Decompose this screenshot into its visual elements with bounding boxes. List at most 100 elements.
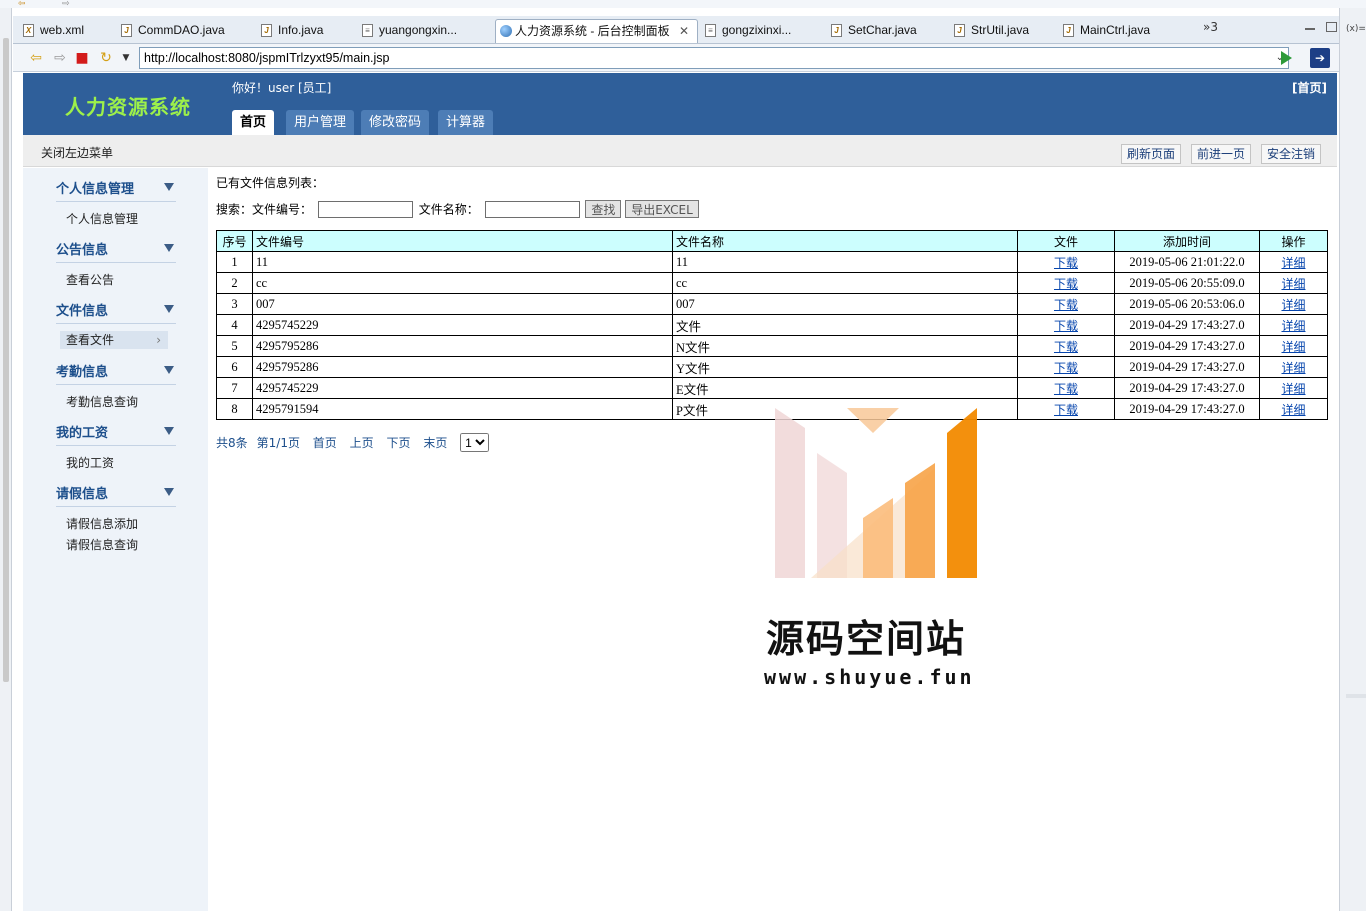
page-select[interactable]: 1 — [460, 433, 490, 452]
download-link[interactable]: 下载 — [1054, 382, 1078, 396]
gutter-marker — [1346, 694, 1366, 698]
web-page: 人力资源系统 你好！user [员工] [首页] 首页 用户管理 修改密码 计算… — [23, 73, 1337, 911]
sidebar-section-personal-info[interactable]: 个人信息管理 — [56, 178, 176, 202]
sidebar-item-leave-query[interactable]: 请假信息查询 — [66, 536, 138, 553]
detail-link[interactable]: 详细 — [1281, 340, 1305, 354]
tab-browser-hr-system[interactable]: 人力资源系统 - 后台控制面板 ✕ — [495, 19, 699, 43]
tab-overflow-button[interactable]: »3 — [1203, 20, 1218, 34]
file-code-input[interactable] — [317, 200, 413, 218]
collapse-arrow-icon[interactable] — [164, 488, 174, 496]
table-row: 3 007 007 下载 2019-05-06 20:53:06.0 详细 — [216, 293, 1328, 315]
sidebar-section-leave[interactable]: 请假信息 — [56, 483, 176, 507]
download-link[interactable]: 下载 — [1054, 298, 1078, 312]
added-time-cell: 2019-05-06 20:55:09.0 — [1114, 272, 1260, 294]
download-link[interactable]: 下载 — [1054, 256, 1078, 270]
sidebar-item-attendance-query[interactable]: 考勤信息查询 — [66, 393, 138, 410]
tab-label: SetChar.java — [848, 23, 917, 37]
sidebar-section-files[interactable]: 文件信息 — [56, 300, 176, 324]
export-excel-button[interactable]: 导出EXCEL — [625, 200, 699, 218]
sidebar-section-attendance[interactable]: 考勤信息 — [56, 361, 176, 385]
total-count: 共8条 — [216, 435, 248, 450]
collapse-arrow-icon[interactable] — [164, 244, 174, 252]
maximize-icon[interactable] — [1326, 22, 1337, 32]
history-dropdown-icon[interactable]: ▼ — [117, 49, 135, 67]
watermark-url: www.shuyue.fun — [764, 665, 975, 689]
nav-tab-calculator[interactable]: 计算器 — [438, 110, 494, 135]
site-header: 人力资源系统 你好！user [员工] [首页] 首页 用户管理 修改密码 计算… — [23, 73, 1337, 135]
row-number: 8 — [216, 398, 253, 420]
chevron-right-icon: › — [156, 333, 161, 347]
tab-yuangongxin[interactable]: ≡ yuangongxin... — [360, 19, 457, 43]
detail-link[interactable]: 详细 — [1281, 382, 1305, 396]
download-link[interactable]: 下载 — [1054, 319, 1078, 333]
back-arrow-icon[interactable]: ⇦ — [27, 49, 45, 67]
sidebar-item-label: 查看文件 — [66, 333, 115, 347]
nav-tab-user-management[interactable]: 用户管理 — [286, 110, 355, 135]
detail-link[interactable]: 详细 — [1281, 403, 1305, 417]
java-file-icon: J — [1063, 24, 1074, 37]
added-time-cell: 2019-04-29 17:43:27.0 — [1114, 398, 1260, 420]
detail-link[interactable]: 详细 — [1281, 298, 1305, 312]
collapse-arrow-icon[interactable] — [164, 366, 174, 374]
sidebar-item-view-notices[interactable]: 查看公告 — [66, 271, 114, 288]
detail-link[interactable]: 详细 — [1281, 361, 1305, 375]
back-icon[interactable]: ⇦ — [18, 0, 26, 9]
sidebar-item-my-salary[interactable]: 我的工资 — [66, 454, 114, 471]
section-title: 文件信息 — [56, 304, 109, 319]
sidebar-item-view-files[interactable]: 查看文件 › — [60, 331, 168, 349]
forward-page-button[interactable]: 前进一页 — [1191, 144, 1252, 164]
sub-toolbar: 关闭左边菜单 刷新页面 前进一页 安全注销 — [23, 135, 1337, 167]
collapse-arrow-icon[interactable] — [164, 427, 174, 435]
collapse-arrow-icon[interactable] — [164, 183, 174, 191]
open-external-browser-icon[interactable]: ➔ — [1310, 48, 1330, 68]
nav-tab-change-password[interactable]: 修改密码 — [361, 110, 430, 135]
last-page-link[interactable]: 末页 — [423, 436, 447, 450]
forward-arrow-icon[interactable]: ⇨ — [51, 49, 69, 67]
variables-view-label[interactable]: (x)= — [1346, 24, 1366, 34]
close-left-menu-link[interactable]: 关闭左边菜单 — [41, 144, 113, 161]
tab-commdao-java[interactable]: J CommDAO.java — [119, 19, 225, 43]
prev-page-link[interactable]: 上页 — [350, 436, 374, 450]
detail-link[interactable]: 详细 — [1281, 319, 1305, 333]
sidebar-item-personal-info[interactable]: 个人信息管理 — [66, 210, 138, 227]
stop-icon[interactable]: ■ — [73, 49, 91, 67]
detail-link[interactable]: 详细 — [1281, 256, 1305, 270]
logout-button[interactable]: 安全注销 — [1261, 144, 1322, 164]
tab-setchar-java[interactable]: J SetChar.java — [829, 19, 917, 43]
first-page-link[interactable]: 首页 — [313, 436, 337, 450]
go-icon[interactable] — [1281, 51, 1292, 65]
sidebar-section-notices[interactable]: 公告信息 — [56, 239, 176, 263]
tab-label: Info.java — [278, 23, 324, 37]
vertical-scrollbar[interactable] — [3, 38, 9, 682]
detail-link[interactable]: 详细 — [1281, 277, 1305, 291]
table-header-row: 序号 文件编号 文件名称 文件 添加时间 操作 — [216, 230, 1328, 252]
minimize-icon[interactable] — [1305, 20, 1315, 30]
tab-gongzixinxi[interactable]: ≡ gongzixinxi... — [703, 19, 791, 43]
section-title: 个人信息管理 — [56, 182, 135, 197]
tab-mainctrl-java[interactable]: J MainCtrl.java — [1061, 19, 1150, 43]
file-name-input[interactable] — [484, 200, 580, 218]
file-code-cell: 4295745229 — [252, 314, 673, 336]
download-link[interactable]: 下载 — [1054, 277, 1078, 291]
home-link[interactable]: [首页] — [1292, 79, 1327, 96]
tab-web-xml[interactable]: X web.xml — [21, 19, 84, 43]
download-link[interactable]: 下载 — [1054, 403, 1078, 417]
sidebar-item-leave-add[interactable]: 请假信息添加 — [66, 515, 138, 532]
sidebar-section-salary[interactable]: 我的工资 — [56, 422, 176, 446]
download-link[interactable]: 下载 — [1054, 361, 1078, 375]
search-button[interactable]: 查找 — [585, 200, 622, 218]
file-code-cell: 4295795286 — [252, 356, 673, 378]
forward-icon[interactable]: ⇨ — [62, 0, 70, 9]
java-file-icon: J — [261, 24, 272, 37]
url-input[interactable]: http://localhost:8080/jspmITrlzyxt95/mai… — [139, 47, 1289, 69]
close-tab-icon[interactable]: ✕ — [679, 24, 689, 38]
tab-info-java[interactable]: J Info.java — [259, 19, 323, 43]
url-text: http://localhost:8080/jspmITrlzyxt95/mai… — [144, 51, 390, 65]
nav-tab-home[interactable]: 首页 — [232, 110, 275, 135]
refresh-page-button[interactable]: 刷新页面 — [1121, 144, 1182, 164]
next-page-link[interactable]: 下页 — [386, 436, 410, 450]
download-link[interactable]: 下载 — [1054, 340, 1078, 354]
collapse-arrow-icon[interactable] — [164, 305, 174, 313]
refresh-icon[interactable]: ↻ — [97, 49, 115, 67]
tab-strutil-java[interactable]: J StrUtil.java — [952, 19, 1029, 43]
